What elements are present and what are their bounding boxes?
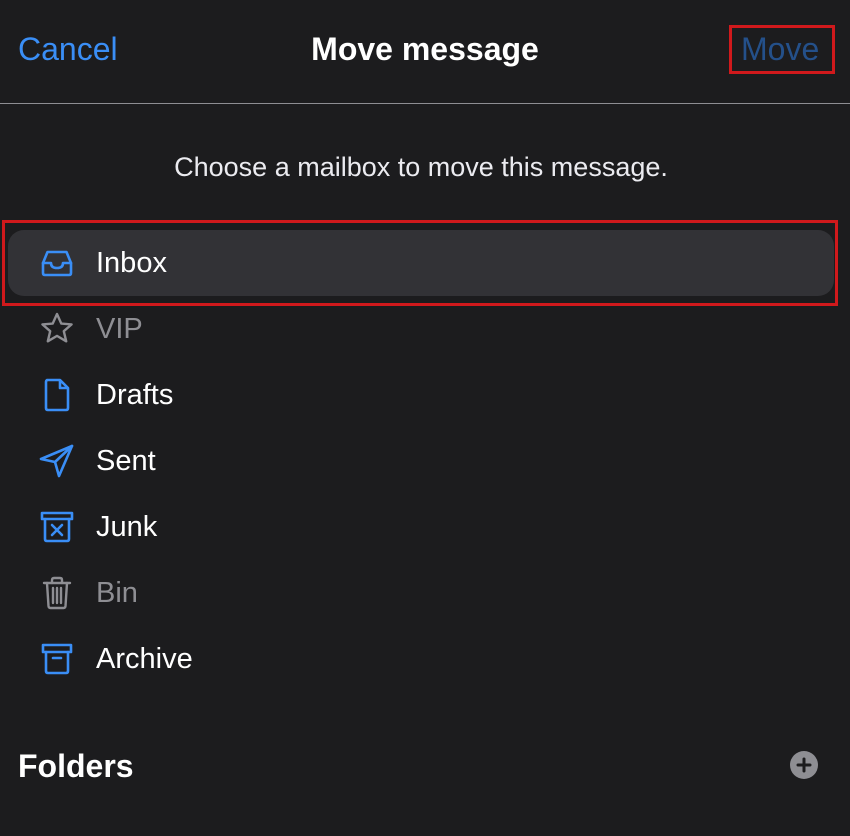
mailbox-label-archive: Archive — [96, 643, 193, 675]
mailbox-label-sent: Sent — [96, 445, 156, 477]
mailbox-row-inbox[interactable]: Inbox — [8, 230, 834, 296]
junk-bin-icon — [38, 509, 76, 545]
mailbox-label-bin: Bin — [96, 577, 138, 609]
folders-section-title: Folders — [18, 748, 134, 784]
paper-plane-icon — [38, 443, 76, 479]
mailbox-label-inbox: Inbox — [96, 247, 167, 279]
mailbox-row-vip[interactable]: VIP — [8, 296, 834, 362]
mailbox-label-junk: Junk — [96, 511, 158, 543]
archive-box-icon — [38, 641, 76, 677]
mailbox-row-archive[interactable]: Archive — [8, 626, 834, 692]
move-button[interactable]: Move — [741, 29, 819, 69]
trash-icon — [38, 575, 76, 611]
mailbox-row-sent[interactable]: Sent — [8, 428, 834, 494]
mailbox-label-drafts: Drafts — [96, 379, 174, 411]
mailbox-row-bin[interactable]: Bin — [8, 560, 834, 626]
star-icon — [38, 311, 76, 347]
mailbox-row-junk[interactable]: Junk — [8, 494, 834, 560]
mailbox-label-vip: VIP — [96, 313, 143, 345]
instruction-text: Choose a mailbox to move this message. — [174, 152, 668, 182]
page-title: Move message — [311, 31, 539, 67]
mailbox-row-drafts[interactable]: Drafts — [8, 362, 834, 428]
nav-bar: Cancel Move message Move — [0, 0, 850, 104]
plus-circle-icon[interactable] — [790, 751, 818, 779]
inbox-icon — [38, 245, 76, 281]
document-icon — [38, 377, 76, 413]
